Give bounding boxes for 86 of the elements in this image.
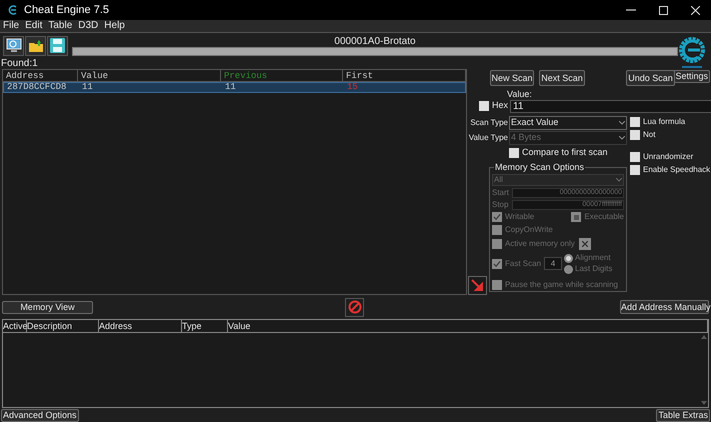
checkbox-label: Compare to first scan: [522, 146, 608, 160]
clear-button[interactable]: [578, 238, 591, 250]
folder-icon: [28, 38, 44, 52]
memory-view-button[interactable]: Memory View: [2, 300, 93, 314]
chevron-down-icon: [619, 120, 625, 124]
checkbox[interactable]: [492, 258, 502, 268]
found-count: Found:1: [1, 58, 39, 69]
column-header[interactable]: Value: [228, 320, 708, 332]
menu-item[interactable]: Table: [45, 21, 76, 31]
checkbox[interactable]: [492, 225, 502, 235]
advanced-options-button[interactable]: Advanced Options: [1, 408, 79, 422]
radio-button[interactable]: [564, 254, 574, 262]
menu-item[interactable]: Edit: [22, 21, 46, 31]
field-label: Value Type: [468, 132, 508, 144]
process-button[interactable]: [3, 36, 24, 56]
table-extras-button[interactable]: Table Extras: [656, 408, 710, 422]
column-header[interactable]: First: [343, 70, 466, 81]
checkbox[interactable]: [492, 280, 502, 290]
maximize-icon: [658, 6, 668, 14]
checkbox[interactable]: [630, 130, 640, 140]
checkbox-label: Executable: [584, 211, 624, 223]
checkbox[interactable]: [509, 148, 519, 158]
radio-label: Alignment: [575, 252, 611, 264]
window-title: Cheat Engine 7.5: [24, 2, 110, 18]
column-header[interactable]: Description: [27, 320, 99, 332]
checkbox-label: Hex: [492, 99, 508, 112]
field-label: Scan Type: [469, 116, 508, 128]
chevron-down-icon: [619, 136, 625, 140]
checkbox-label: Not: [643, 128, 656, 140]
field-label: Stop: [492, 198, 510, 210]
table-cell-text: 11: [81, 83, 94, 92]
column-header[interactable]: Type: [182, 320, 228, 332]
checkbox[interactable]: [630, 152, 640, 162]
monitor-icon: [6, 38, 22, 53]
app-logo-icon: [8, 5, 18, 15]
field-label: Start: [492, 186, 510, 198]
undo-scan-button[interactable]: Undo Scan: [626, 70, 675, 86]
group-title: Memory Scan Options: [494, 162, 586, 172]
value-label: Value:: [507, 89, 533, 99]
result-row[interactable]: 287D8CCFCD8 11 11 15: [3, 82, 466, 93]
fast-scan-field[interactable]: 4: [544, 257, 562, 270]
checkbox-label: Fast Scan: [505, 258, 542, 270]
checkbox[interactable]: [571, 212, 582, 222]
checkbox-label: Enable Speedhack: [643, 164, 710, 176]
checkbox[interactable]: [630, 116, 640, 126]
stop-button[interactable]: [345, 298, 364, 316]
open-button[interactable]: [25, 36, 46, 56]
checkbox-label: Unrandomizer: [643, 150, 694, 162]
column-header[interactable]: Address: [99, 320, 182, 332]
new-scan-button[interactable]: New Scan: [490, 70, 534, 86]
column-header[interactable]: Address: [3, 70, 78, 81]
menu-item[interactable]: File: [0, 21, 22, 31]
settings-button[interactable]: Settings: [673, 70, 710, 83]
gear-logo-icon: [678, 36, 706, 70]
chevron-down-icon: [616, 178, 622, 182]
checkbox-label: Lua formula: [643, 116, 686, 128]
checkbox-label: Pause the game while scanning: [505, 279, 618, 291]
menu-item[interactable]: D3D: [75, 21, 102, 31]
checkbox[interactable]: [479, 101, 489, 111]
column-header[interactable]: Active: [3, 320, 27, 332]
close-icon: [690, 6, 700, 14]
minimize-icon: [626, 9, 636, 11]
radio-button[interactable]: [564, 264, 574, 274]
next-scan-button[interactable]: Next Scan: [539, 70, 585, 86]
checkbox[interactable]: [492, 212, 502, 222]
checkbox[interactable]: [630, 164, 640, 174]
stop-icon: [348, 300, 362, 314]
table-cell-text: 15: [346, 83, 359, 92]
value-field[interactable]: 11: [510, 100, 711, 112]
table-cell-text: 287D8CCFCD8: [6, 83, 68, 92]
close-icon: [582, 241, 588, 247]
arrow-icon: [471, 279, 484, 292]
save-button[interactable]: [47, 36, 68, 56]
checkbox-label: Active memory only: [505, 238, 575, 250]
radio-label: Last Digits: [575, 263, 612, 275]
arrow-button[interactable]: [468, 276, 487, 295]
column-header[interactable]: Value: [78, 70, 221, 81]
checkbox-label: CopyOnWrite: [505, 224, 553, 236]
checkbox[interactable]: [492, 239, 502, 249]
menu-item[interactable]: Help: [101, 21, 128, 31]
process-name: 000001A0-Brotato: [333, 36, 417, 46]
column-header[interactable]: Previous: [221, 70, 343, 81]
table-cell-text: 11: [224, 83, 237, 92]
dropdown[interactable]: Exact Value: [509, 116, 627, 130]
checkbox-label: Writable: [505, 211, 534, 223]
add-address-button[interactable]: Add Address Manually: [620, 300, 709, 314]
